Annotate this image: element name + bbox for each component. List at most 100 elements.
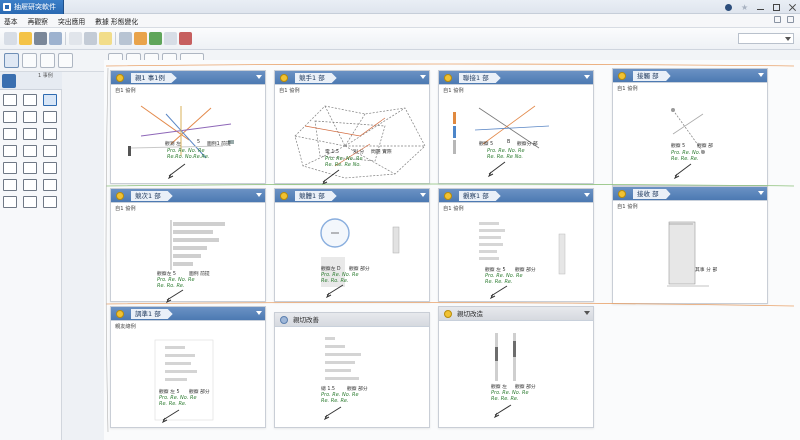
- page-icon[interactable]: [69, 32, 82, 45]
- copy-icon[interactable]: [84, 32, 97, 45]
- node-label: 問題 實際: [371, 150, 392, 155]
- app-tab[interactable]: 抽屜研突軟件: [0, 0, 64, 14]
- save-icon[interactable]: [34, 32, 47, 45]
- link-icon[interactable]: [23, 162, 37, 174]
- shape-icon[interactable]: [23, 94, 37, 106]
- menu-item[interactable]: 基本: [4, 16, 18, 26]
- node-label: 總 1.5: [321, 387, 335, 392]
- restore-icon[interactable]: [774, 16, 781, 23]
- card-menu-icon[interactable]: [758, 73, 764, 77]
- sun-icon[interactable]: [134, 32, 147, 45]
- card-header: 親切改造: [439, 307, 593, 321]
- node-label: 圖例 前提: [189, 272, 210, 277]
- toolbar-separator: [65, 32, 66, 45]
- slide-card[interactable]: 競體1 部 觀察左 D 觀察 部分 Pro. Re. No. Re Re. Ro…: [274, 188, 430, 302]
- card-menu-icon[interactable]: [256, 193, 262, 197]
- node-label: 觀察分 部: [517, 142, 538, 147]
- card-menu-icon[interactable]: [758, 191, 764, 195]
- new-icon[interactable]: [4, 32, 17, 45]
- bracket-icon[interactable]: [3, 128, 17, 140]
- card-title: 調準1 部: [131, 309, 173, 319]
- wand-icon[interactable]: [3, 94, 17, 106]
- page-tool-button[interactable]: [22, 53, 37, 68]
- menu-item[interactable]: 再觀察: [28, 16, 48, 26]
- brush-icon[interactable]: [3, 145, 17, 157]
- pointer-tool-button[interactable]: [4, 53, 19, 68]
- slide-card[interactable]: 親切改造 觀察 左 觀察 部分 Pro. Re. No. Re Re. Re. …: [438, 306, 594, 428]
- card-menu-icon[interactable]: [584, 193, 590, 197]
- slide-card[interactable]: 接收 部 自1 協例 其事 分 部: [612, 186, 768, 304]
- people-icon[interactable]: [3, 162, 17, 174]
- workspace-canvas[interactable]: 親1 事1例 自1 協例 觀測 左 5 圖例1 前提 Pro. Re. No. …: [104, 60, 800, 440]
- card-menu-icon[interactable]: [420, 193, 426, 197]
- menu-item[interactable]: 突出應用: [58, 16, 85, 26]
- save-all-icon[interactable]: [49, 32, 62, 45]
- circle-icon[interactable]: [43, 128, 57, 140]
- cut-icon[interactable]: [3, 111, 17, 123]
- grid-icon[interactable]: [43, 196, 57, 208]
- slide-card[interactable]: 競手1 部 自1 協例 電 1.5 別 分 問題 實際 Pro. Re. No.…: [274, 70, 430, 186]
- card-header: 觀察1 部: [439, 189, 593, 203]
- paste-icon[interactable]: [99, 32, 112, 45]
- brace-icon[interactable]: [3, 179, 17, 191]
- card-subtitle: 自1 協例: [115, 88, 136, 94]
- arrow-icon[interactable]: [23, 128, 37, 140]
- card-menu-icon[interactable]: [584, 311, 590, 315]
- slide-card[interactable]: 調準1 部 親友總例 觀察 左 5 觀察 部分 Pro. Re. No. Re …: [110, 306, 266, 428]
- card-title: 競手1 部: [295, 73, 337, 83]
- slide-card[interactable]: 競次1 部 自1 協例 觀察左 5 圖例 前提 Pro. Re. No. Re …: [110, 188, 266, 304]
- eraser-tool-button[interactable]: [58, 53, 73, 68]
- view-dropdown[interactable]: [738, 33, 794, 44]
- card-icon: [444, 74, 452, 82]
- music-icon[interactable]: [23, 179, 37, 191]
- column-sketch: [495, 333, 516, 381]
- card-menu-icon[interactable]: [256, 311, 262, 315]
- pen-tool-button[interactable]: [40, 53, 55, 68]
- minimize-button[interactable]: [757, 5, 764, 10]
- path-icon[interactable]: [23, 196, 37, 208]
- frame-icon[interactable]: [23, 111, 37, 123]
- menu-item[interactable]: 數據 形態變化: [95, 16, 138, 26]
- shield-icon[interactable]: [149, 32, 162, 45]
- text-sketch: [325, 337, 361, 380]
- card-header: 調準1 部: [111, 307, 265, 321]
- handwritten-note: Re. Re. Re.: [321, 398, 349, 404]
- card-header: 競手1 部: [275, 71, 429, 85]
- select-icon[interactable]: [2, 74, 16, 88]
- maximize-button[interactable]: [773, 3, 780, 11]
- node-label: 觀察 部分: [189, 390, 210, 395]
- slide-card[interactable]: 接觸 部 自1 協例 觀察 5 觀察 部 Pro. Re. No. Re. Re…: [612, 68, 768, 186]
- card-body: 觀察 5 觀察 部 Pro. Re. No. Re. Re. Re.: [613, 94, 767, 188]
- slide-card[interactable]: 聯接1 部 自1 協例 觀察 5 B 觀察分 部 Pro. Re. No. Re…: [438, 70, 594, 184]
- compass-icon[interactable]: [725, 3, 732, 11]
- card-menu-icon[interactable]: [256, 75, 262, 79]
- plane-icon[interactable]: [3, 196, 17, 208]
- handwritten-note: Re. Re. Re.: [671, 156, 699, 162]
- table-icon[interactable]: [43, 179, 57, 191]
- card-menu-icon[interactable]: [584, 75, 590, 79]
- zoom-icon[interactable]: [119, 32, 132, 45]
- card-body: 觀察 5 B 觀察分 部 Pro. Re. No. Re Re. Re. Re …: [439, 96, 593, 186]
- tag-icon[interactable]: [179, 32, 192, 45]
- note-icon[interactable]: [23, 145, 37, 157]
- slide-card[interactable]: 親切改善 總 1.5 觀察 部分 Pro. Re. No. Re Re. Re.…: [274, 312, 430, 428]
- card-icon: [444, 192, 452, 200]
- node-label: 觀察左 D: [321, 267, 341, 272]
- slide-card[interactable]: 親1 事1例 自1 協例 觀測 左 5 圖例1 前提 Pro. Re. No. …: [110, 70, 266, 184]
- node-label: 觀察 部分: [349, 267, 370, 272]
- chart-icon[interactable]: [43, 162, 57, 174]
- bar-sketch: [170, 220, 225, 270]
- menu-window-controls: [774, 16, 794, 23]
- card-menu-icon[interactable]: [420, 75, 426, 79]
- slide-card[interactable]: 觀察1 部 自1 協例 觀察 左 5 觀察 部分 Pro. Re. No. Re…: [438, 188, 594, 302]
- stamp-icon[interactable]: [43, 145, 57, 157]
- close-button[interactable]: [789, 4, 796, 11]
- card-body: 觀察左 5 圖例 前提 Pro. Re. No. Re Re. Ro. Re.: [111, 214, 265, 304]
- open-folder-icon[interactable]: [19, 32, 32, 45]
- box-icon[interactable]: [43, 111, 57, 123]
- list-icon[interactable]: [43, 94, 57, 106]
- star-icon[interactable]: ★: [741, 3, 748, 11]
- node-label: B: [507, 140, 511, 145]
- doc-close-icon[interactable]: [787, 16, 794, 23]
- edit-icon[interactable]: [164, 32, 177, 45]
